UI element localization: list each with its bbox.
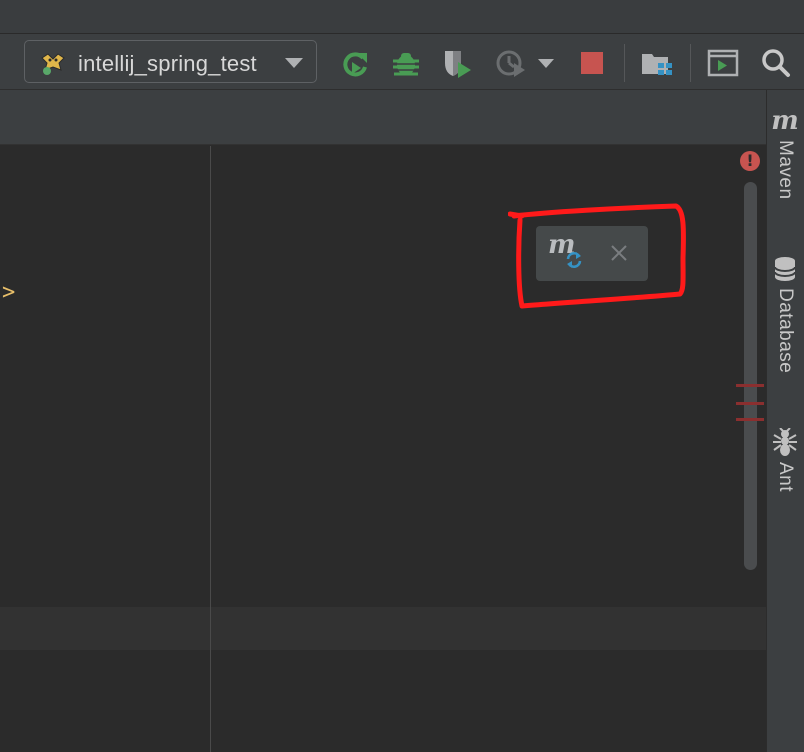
profile-dropdown-button[interactable] [532, 46, 560, 80]
run-configuration-label: intellij_spring_test [78, 51, 257, 76]
ant-tool-window-button[interactable]: Ant [766, 428, 804, 492]
rerun-button[interactable] [338, 46, 372, 80]
code-text-fragment: > [2, 280, 16, 305]
database-label: Database [775, 288, 796, 374]
run-with-coverage-button[interactable] [440, 46, 474, 80]
search-icon [762, 49, 790, 77]
editor-tab-strip [0, 90, 766, 145]
editor-scrollbar[interactable] [744, 182, 757, 570]
run-anything-icon [707, 49, 739, 77]
error-stripe-mark[interactable] [736, 418, 764, 421]
tomcat-icon [41, 53, 65, 75]
error-indicator-icon[interactable]: ! [740, 151, 760, 171]
profiler-icon [496, 50, 525, 77]
ant-label: Ant [775, 462, 796, 493]
database-tool-window-button[interactable]: Database [766, 256, 804, 373]
maven-label: Maven [775, 140, 796, 200]
maven-icon: m [771, 106, 799, 136]
stop-icon [581, 52, 603, 74]
debug-button[interactable] [389, 46, 423, 80]
toolbar-separator [690, 44, 691, 82]
maven-tool-window-button[interactable]: m Maven [766, 108, 804, 200]
right-margin-guide [210, 146, 211, 752]
error-stripe-mark[interactable] [736, 402, 764, 405]
ant-icon [773, 428, 797, 456]
window-title-bar [0, 0, 804, 34]
current-line-highlight [0, 607, 766, 650]
chevron-down-icon [538, 58, 554, 68]
project-structure-icon [642, 54, 672, 75]
error-indicator-text: ! [746, 151, 754, 170]
rerun-icon [343, 52, 367, 77]
run-configuration-selector[interactable]: intellij_spring_test [24, 40, 317, 83]
stop-button[interactable] [575, 46, 609, 80]
profile-button[interactable] [494, 46, 528, 80]
project-structure-button[interactable] [640, 46, 674, 80]
coverage-icon [445, 51, 471, 78]
error-stripe-mark[interactable] [736, 384, 764, 387]
search-everywhere-button[interactable] [759, 46, 793, 80]
toolbar-separator [624, 44, 625, 82]
chevron-down-icon [285, 58, 303, 68]
database-icon [774, 257, 796, 281]
red-annotation-outline [508, 203, 686, 309]
bug-icon [393, 53, 419, 76]
run-anything-button[interactable] [706, 46, 740, 80]
